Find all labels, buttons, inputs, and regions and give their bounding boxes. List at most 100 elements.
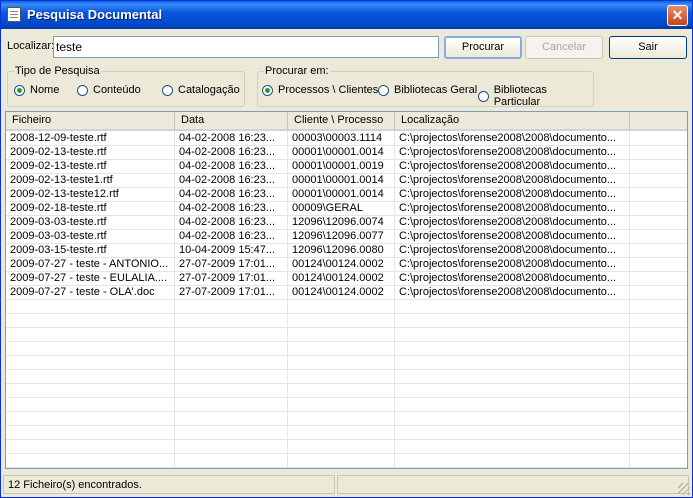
table-cell: 00001\00001.0014 <box>288 173 395 187</box>
radio-label: Processos \ Clientes <box>278 84 379 96</box>
table-cell: C:\projectos\forense2008\2008\documento.… <box>395 215 630 229</box>
table-cell: 12096\12096.0080 <box>288 243 395 257</box>
results-list[interactable]: Ficheiro Data Cliente \ Processo Localiz… <box>5 111 688 469</box>
table-cell <box>288 411 395 425</box>
table-row[interactable]: 2009-07-27 - teste - ANTONIO... 27-07-200… <box>6 257 687 272</box>
radio-unselected-icon <box>162 84 173 96</box>
table-cell <box>288 355 395 369</box>
radio-search-in-bibliotecas-geral[interactable]: Bibliotecas Geral <box>378 84 477 96</box>
table-row[interactable]: 2009-02-13-teste.rtf 04-02-2008 16:23... 0… <box>6 159 687 174</box>
table-cell: 00001\00001.0014 <box>288 187 395 201</box>
table-cell <box>395 453 630 467</box>
table-cell <box>6 341 175 355</box>
cancel-button[interactable]: Cancelar <box>525 36 603 59</box>
table-cell: 2009-07-27 - teste - ANTONIO... <box>6 257 175 271</box>
table-cell: C:\projectos\forense2008\2008\documento.… <box>395 145 630 159</box>
status-pane-empty <box>337 475 689 494</box>
table-cell <box>175 383 288 397</box>
table-cell: 2009-03-03-teste.rtf <box>6 215 175 229</box>
table-cell <box>6 411 175 425</box>
radio-unselected-icon <box>378 84 389 96</box>
radio-search-type-nome[interactable]: Nome <box>14 84 59 96</box>
table-cell: 00124\00124.0002 <box>288 257 395 271</box>
radio-search-in-bibliotecas-particular[interactable]: Bibliotecas Particular <box>478 84 593 108</box>
table-cell: 2009-02-13-teste12.rtf <box>6 187 175 201</box>
search-type-group: Tipo de Pesquisa Nome Conteúdo Catalogaç… <box>7 65 245 107</box>
table-cell: 04-02-2008 16:23... <box>175 215 288 229</box>
table-cell: 2008-12-09-teste.rtf <box>6 131 175 145</box>
column-header-data[interactable]: Data <box>175 112 288 129</box>
resize-grip-icon[interactable] <box>678 483 690 495</box>
table-cell <box>6 425 175 439</box>
search-in-group: Procurar em: Processos \ Clientes Biblio… <box>257 65 594 108</box>
table-cell <box>395 327 630 341</box>
table-cell <box>175 355 288 369</box>
table-row[interactable]: 2009-02-13-teste1.rtf 04-02-2008 16:23...… <box>6 173 687 188</box>
table-cell <box>288 453 395 467</box>
table-row[interactable]: 2009-07-27 - teste - OLA'.doc 27-07-2009 … <box>6 285 687 300</box>
close-button[interactable]: ✕ <box>667 5 688 26</box>
table-cell <box>395 355 630 369</box>
radio-label: Nome <box>30 84 60 96</box>
table-cell <box>175 411 288 425</box>
empty-row <box>6 453 687 468</box>
table-cell <box>395 397 630 411</box>
radio-label: Bibliotecas Geral <box>394 84 478 96</box>
table-cell <box>395 299 630 313</box>
empty-row <box>6 299 687 314</box>
empty-row <box>6 411 687 426</box>
table-row[interactable]: 2009-03-03-teste.rtf 04-02-2008 16:23... 1… <box>6 229 687 244</box>
table-row[interactable]: 2009-02-13-teste.rtf 04-02-2008 16:23... 0… <box>6 145 687 160</box>
table-cell <box>6 439 175 453</box>
table-row[interactable]: 2009-02-13-teste12.rtf 04-02-2008 16:23..… <box>6 187 687 202</box>
column-header-cliente-processo[interactable]: Cliente \ Processo <box>288 112 395 129</box>
table-row[interactable]: 2009-03-15-teste.rtf 10-04-2009 15:47... 1… <box>6 243 687 258</box>
search-button[interactable]: Procurar <box>444 36 522 59</box>
table-row[interactable]: 2008-12-09-teste.rtf 04-02-2008 16:23... 0… <box>6 131 687 146</box>
table-cell <box>395 341 630 355</box>
table-cell <box>288 397 395 411</box>
radio-label: Catalogação <box>178 84 240 96</box>
empty-row <box>6 313 687 328</box>
table-cell <box>6 453 175 467</box>
search-input[interactable]: teste <box>53 36 439 58</box>
radio-search-type-catalogacao[interactable]: Catalogação <box>162 84 240 96</box>
table-cell: 12096\12096.0077 <box>288 229 395 243</box>
table-cell: C:\projectos\forense2008\2008\documento.… <box>395 187 630 201</box>
radio-selected-icon <box>262 84 273 96</box>
table-cell: C:\projectos\forense2008\2008\documento.… <box>395 257 630 271</box>
table-row[interactable]: 2009-02-18-teste.rtf 04-02-2008 16:23... 0… <box>6 201 687 216</box>
table-cell <box>175 397 288 411</box>
radio-search-type-conteudo[interactable]: Conteúdo <box>77 84 141 96</box>
table-row[interactable]: 2009-03-03-teste.rtf 04-02-2008 16:23... 1… <box>6 215 687 230</box>
table-cell <box>6 313 175 327</box>
search-in-legend: Procurar em: <box>264 65 330 77</box>
table-cell <box>6 299 175 313</box>
table-cell <box>288 299 395 313</box>
table-cell: 2009-02-13-teste.rtf <box>6 145 175 159</box>
table-cell: 2009-02-13-teste1.rtf <box>6 173 175 187</box>
table-cell: 00124\00124.0002 <box>288 285 395 299</box>
column-header-localizacao[interactable]: Localização <box>395 112 630 129</box>
empty-row <box>6 383 687 398</box>
list-header: Ficheiro Data Cliente \ Processo Localiz… <box>6 112 687 131</box>
table-row[interactable]: 2009-07-27 - teste - EULALIA.... 27-07-20… <box>6 271 687 286</box>
table-cell: 00001\00001.0014 <box>288 145 395 159</box>
radio-search-in-processos[interactable]: Processos \ Clientes <box>262 84 378 96</box>
column-header-ficheiro[interactable]: Ficheiro <box>6 112 175 129</box>
title-bar[interactable]: Pesquisa Documental ✕ <box>1 1 692 29</box>
table-cell: 12096\12096.0074 <box>288 215 395 229</box>
table-cell <box>6 397 175 411</box>
empty-row <box>6 439 687 454</box>
table-cell <box>175 327 288 341</box>
exit-button[interactable]: Sair <box>609 36 687 59</box>
status-text: 12 Ficheiro(s) encontrados. <box>3 475 335 494</box>
empty-row <box>6 397 687 412</box>
table-cell <box>395 411 630 425</box>
table-cell <box>288 425 395 439</box>
document-app-icon <box>7 7 21 22</box>
table-cell <box>175 425 288 439</box>
table-cell <box>175 313 288 327</box>
search-label: Localizar: <box>7 40 55 52</box>
table-cell <box>175 439 288 453</box>
